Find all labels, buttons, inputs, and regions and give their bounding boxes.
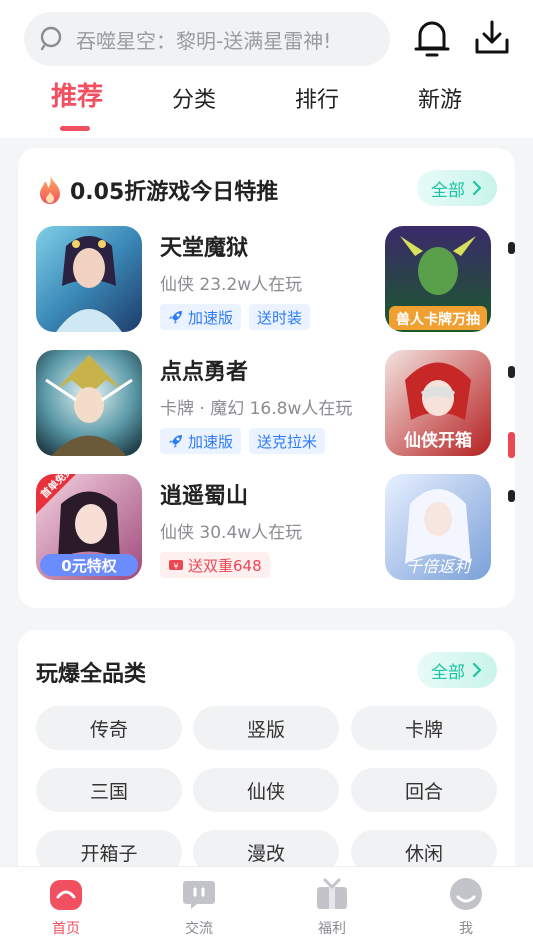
gift-icon [317, 878, 347, 909]
tag-gift: 送时装 [249, 304, 311, 330]
game-tags: ¥ 送双重648 [160, 552, 270, 578]
ticket-icon: ¥ [169, 560, 183, 571]
tab-active-indicator [60, 126, 90, 131]
featured-games-card: 0.05折游戏今日特推 全部 天堂魔狱 仙侠 23.2w人在玩 加速版 送时装 [18, 148, 515, 608]
categories-card: 玩爆全品类 全部 传奇 竖版 卡牌 三国 仙侠 回合 开箱子 漫改 休闲 [18, 630, 515, 890]
featured-title-text: 0.05折游戏今日特推 [70, 180, 279, 205]
nav-me[interactable]: 我 [426, 877, 506, 938]
game-meta: 卡牌 · 魔幻 16.8w人在玩 [160, 399, 353, 419]
game-name: 点点勇者 [160, 360, 249, 385]
game-thumbnail[interactable]: 仙侠开箱 [385, 350, 491, 456]
nav-community[interactable]: 交流 [159, 877, 239, 938]
tag-gift: ¥ 送双重648 [160, 552, 270, 578]
profile-icon [450, 878, 482, 910]
nav-welfare[interactable]: 福利 [292, 877, 372, 938]
tag-text: 送时装 [257, 308, 303, 327]
game-meta: 仙侠 30.4w人在玩 [160, 523, 303, 543]
search-placeholder: 吞噬星空：黎明-送满星雷神! [76, 28, 332, 53]
rocket-icon [169, 435, 182, 448]
nav-home[interactable]: 首页 [26, 877, 106, 938]
game-item[interactable]: 天堂魔狱 仙侠 23.2w人在玩 加速版 送时装 [36, 226, 376, 334]
chevron-right-icon [472, 663, 482, 677]
game-thumbnail[interactable]: 兽人卡牌万抽 [385, 226, 491, 332]
side-thumb-caption: 兽人卡牌万抽 [396, 311, 480, 328]
nav-label: 福利 [318, 921, 346, 937]
tab-recommend[interactable]: 推荐 [37, 76, 117, 113]
featured-all-label: 全部 [431, 180, 465, 201]
game-tags: 加速版 送克拉米 [160, 428, 326, 454]
side-thumb-caption: 千倍返利 [406, 557, 472, 576]
search-bar[interactable]: 吞噬星空：黎明-送满星雷神! [24, 12, 390, 66]
home-icon [50, 880, 82, 910]
tag-text: 加速版 [188, 432, 234, 451]
game-name: 逍遥蜀山 [160, 484, 249, 509]
game-thumbnail[interactable] [36, 226, 142, 332]
peek-text [508, 366, 515, 378]
game-name: 天堂魔狱 [160, 236, 249, 261]
chat-icon [183, 881, 215, 909]
game-thumbnail[interactable]: 首单免费 0元特权 [36, 474, 142, 580]
tag-text: 加速版 [188, 308, 234, 327]
category-chip[interactable]: 三国 [36, 768, 182, 812]
tag-text: 送克拉米 [257, 432, 318, 451]
top-tabs: 推荐 分类 排行 新游 [0, 82, 533, 138]
nav-label: 我 [459, 921, 473, 937]
game-tags: 加速版 送时装 [160, 304, 311, 330]
categories-all-button[interactable]: 全部 [417, 652, 497, 688]
peek-tag [508, 432, 515, 458]
search-icon [40, 26, 62, 51]
bell-icon[interactable] [414, 18, 450, 58]
side-thumb-caption: 仙侠开箱 [404, 430, 472, 451]
tag-speed: 加速版 [160, 304, 242, 330]
nav-label: 首页 [52, 921, 80, 937]
game-item[interactable]: 首单免费 0元特权 逍遥蜀山 仙侠 30.4w人在玩 ¥ 送双重648 [36, 474, 376, 582]
nav-label: 交流 [185, 921, 213, 937]
chevron-right-icon [472, 181, 482, 195]
peek-text [508, 490, 515, 502]
tag-gift: 送克拉米 [249, 428, 326, 454]
fire-icon [40, 175, 60, 204]
featured-title: 0.05折游戏今日特推 [36, 174, 278, 206]
peek-text [508, 242, 515, 254]
category-chip[interactable]: 仙侠 [193, 768, 339, 812]
category-chip[interactable]: 卡牌 [351, 706, 497, 750]
game-meta: 仙侠 23.2w人在玩 [160, 275, 303, 295]
tag-speed: 加速版 [160, 428, 242, 454]
tab-ranking[interactable]: 排行 [277, 82, 357, 114]
download-icon[interactable] [474, 18, 510, 58]
rocket-icon [169, 311, 182, 324]
category-chip[interactable]: 竖版 [193, 706, 339, 750]
categories-title: 玩爆全品类 [36, 662, 147, 687]
svg-text:¥: ¥ [173, 562, 178, 571]
tab-new-games[interactable]: 新游 [400, 82, 480, 114]
zero-privilege-badge: 0元特权 [61, 557, 117, 575]
top-header: 吞噬星空：黎明-送满星雷神! 推荐 分类 排行 新游 [0, 0, 533, 138]
category-chip[interactable]: 回合 [351, 768, 497, 812]
game-thumbnail[interactable] [36, 350, 142, 456]
featured-all-button[interactable]: 全部 [417, 170, 497, 206]
tab-category[interactable]: 分类 [154, 82, 234, 114]
category-chip[interactable]: 传奇 [36, 706, 182, 750]
game-thumbnail[interactable]: 千倍返利 [385, 474, 491, 580]
tag-text: 送双重648 [188, 556, 262, 575]
game-item[interactable]: 点点勇者 卡牌 · 魔幻 16.8w人在玩 加速版 送克拉米 [36, 350, 376, 458]
bottom-nav: 首页 交流 福利 我 [0, 866, 533, 948]
categories-all-label: 全部 [431, 662, 465, 683]
